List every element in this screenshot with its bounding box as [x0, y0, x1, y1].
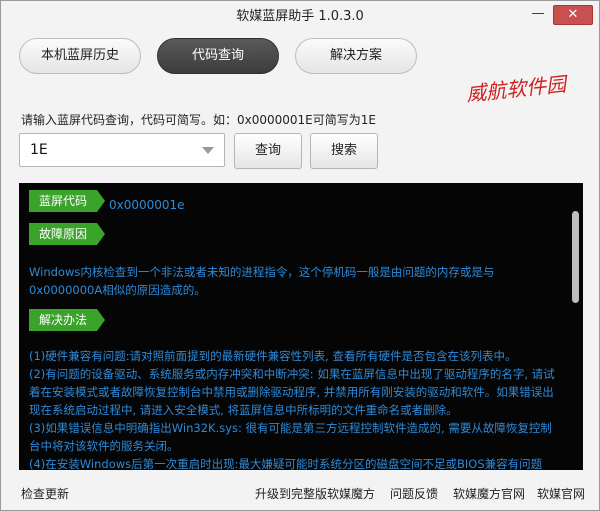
chevron-down-icon[interactable] — [202, 147, 214, 154]
app-window: 软媒蓝屏助手 1.0.3.0 — ✕ 本机蓝屏历史 代码查询 解决方案 威航软件… — [0, 0, 600, 511]
cause-text: Windows内核检查到一个非法或者未知的进程指令，这个停机码一般是由问题的内存… — [29, 265, 495, 297]
tab-local-history[interactable]: 本机蓝屏历史 — [19, 38, 141, 74]
ruanmei-site-link[interactable]: 软媒官网 — [537, 485, 585, 502]
solution-line: (1)硬件兼容有问题:请对照前面提到的最新硬件兼容性列表, 查看所有硬件是否包含… — [29, 349, 517, 363]
footer-bar: 检查更新 升级到完整版软媒魔方 问题反馈 软媒魔方官网 软媒官网 — [1, 485, 599, 505]
feedback-link[interactable]: 问题反馈 — [390, 485, 438, 502]
minimize-button[interactable]: — — [527, 5, 549, 23]
code-input-value[interactable]: 1E — [30, 142, 48, 158]
solution-line: (2)有问题的设备驱动、系统服务或内存冲突和中断冲突: 如果在蓝屏信息中出现了驱… — [29, 367, 555, 417]
query-hint: 请输入蓝屏代码查询，代码可简写。如：0x0000001E可简写为1E — [21, 113, 376, 127]
scrollbar-thumb[interactable] — [572, 211, 579, 303]
window-title: 软媒蓝屏助手 1.0.3.0 — [236, 9, 364, 24]
title-bar: 软媒蓝屏助手 1.0.3.0 — ✕ — [1, 1, 599, 35]
solution-text: (1)硬件兼容有问题:请对照前面提到的最新硬件兼容性列表, 查看所有硬件是否包含… — [29, 347, 559, 470]
watermark-text: 威航软件园 — [465, 71, 568, 107]
tab-bar: 本机蓝屏历史 代码查询 解决方案 — [19, 38, 417, 74]
close-button[interactable]: ✕ — [553, 5, 593, 25]
upgrade-link[interactable]: 升级到完整版软媒魔方 — [255, 485, 375, 502]
solution-line: (4)在安装Windows后第一次重启时出现:最大嫌疑可能时系统分区的磁盘空间不… — [29, 457, 543, 470]
query-button[interactable]: 查询 — [234, 133, 302, 169]
code-value: 0x0000001e — [109, 198, 185, 212]
tab-code-query[interactable]: 代码查询 — [157, 38, 279, 74]
mofang-site-link[interactable]: 软媒魔方官网 — [453, 485, 525, 502]
window-controls: — ✕ — [527, 5, 593, 25]
solution-label-tag: 解决办法 — [29, 309, 105, 331]
result-panel: 蓝屏代码 0x0000001e 故障原因 Windows内核检查到一个非法或者未… — [19, 183, 583, 470]
tab-solutions[interactable]: 解决方案 — [295, 38, 417, 74]
solution-line: (3)如果错误信息中明确指出Win32K.sys: 很有可能是第三方远程控制软件… — [29, 421, 552, 453]
cause-label-tag: 故障原因 — [29, 223, 105, 245]
code-combobox[interactable]: 1E — [19, 133, 225, 167]
check-update-link[interactable]: 检查更新 — [21, 485, 69, 502]
search-button[interactable]: 搜索 — [310, 133, 378, 169]
code-label-tag: 蓝屏代码 — [29, 190, 105, 212]
